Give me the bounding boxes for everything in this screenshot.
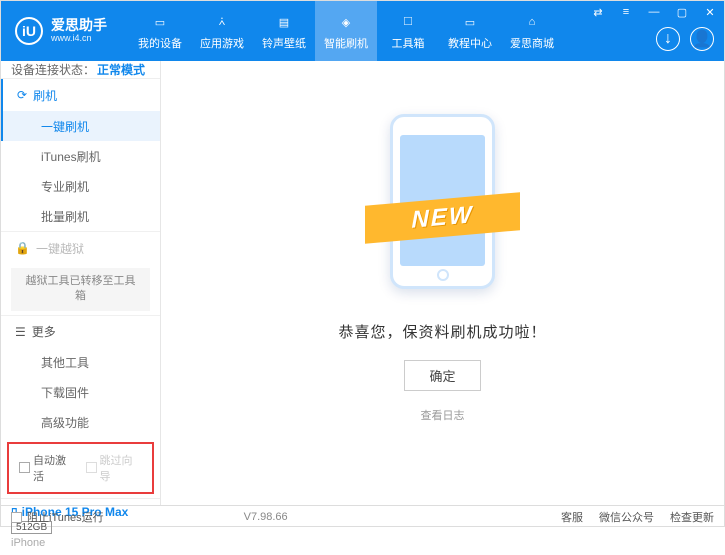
- image-icon: ▤: [273, 11, 295, 33]
- logo[interactable]: iU 爱思助手 www.i4.cn: [1, 17, 121, 45]
- switch-icon[interactable]: ⇄: [584, 1, 612, 23]
- version-label: V7.98.66: [244, 511, 288, 523]
- phone-icon: ▭: [149, 11, 171, 33]
- footer-wechat[interactable]: 微信公众号: [599, 509, 654, 525]
- connection-status: 设备连接状态： 正常模式: [1, 61, 160, 79]
- sidebar-flash-header[interactable]: ⟳ 刷机: [1, 79, 160, 111]
- nav-toolbox[interactable]: 🞎工具箱: [377, 1, 439, 61]
- sidebar-item-batch[interactable]: 批量刷机: [1, 201, 160, 231]
- jailbreak-note: 越狱工具已转移至工具箱: [11, 268, 150, 311]
- success-illustration: NEW: [343, 111, 543, 291]
- activation-options: 自动激活 跳过向导: [7, 442, 154, 494]
- skip-guide-checkbox[interactable]: 跳过向导: [86, 452, 143, 484]
- sidebar-more-header[interactable]: ☰ 更多: [1, 316, 160, 348]
- apps-icon: ⩑: [211, 11, 233, 33]
- view-log-link[interactable]: 查看日志: [421, 407, 465, 423]
- new-ribbon: NEW: [365, 192, 520, 244]
- app-url: www.i4.cn: [51, 34, 107, 44]
- menu-icon: ☰: [15, 325, 26, 339]
- top-nav: ▭我的设备 ⩑应用游戏 ▤铃声壁纸 ◈智能刷机 🞎工具箱 ▭教程中心 ⌂爱思商城: [129, 1, 563, 61]
- sidebar: 设备连接状态： 正常模式 ⟳ 刷机 一键刷机 iTunes刷机 专业刷机 批量刷…: [1, 61, 161, 505]
- minimize-icon[interactable]: —: [640, 1, 668, 23]
- sidebar-item-download-fw[interactable]: 下载固件: [1, 378, 160, 408]
- store-icon: ⌂: [521, 11, 543, 33]
- nav-tutorial[interactable]: ▭教程中心: [439, 1, 501, 61]
- maximize-icon[interactable]: ▢: [668, 1, 696, 23]
- nav-smart-flash[interactable]: ◈智能刷机: [315, 1, 377, 61]
- sidebar-item-other-tools[interactable]: 其他工具: [1, 348, 160, 378]
- nav-ringtone-wallpaper[interactable]: ▤铃声壁纸: [253, 1, 315, 61]
- flash-icon: ◈: [335, 11, 357, 33]
- logo-icon: iU: [15, 17, 43, 45]
- footer-check-update[interactable]: 检查更新: [670, 509, 714, 525]
- menu-icon[interactable]: ≡: [612, 1, 640, 23]
- block-itunes-checkbox[interactable]: 阻止iTunes运行: [11, 509, 104, 525]
- auto-activate-checkbox[interactable]: 自动激活: [19, 452, 76, 484]
- nav-store[interactable]: ⌂爱思商城: [501, 1, 563, 61]
- header: iU 爱思助手 www.i4.cn ▭我的设备 ⩑应用游戏 ▤铃声壁纸 ◈智能刷…: [1, 1, 724, 61]
- success-message: 恭喜您，保资料刷机成功啦！: [338, 321, 546, 342]
- lock-icon: 🔒: [15, 241, 30, 255]
- window-controls: ⇄ ≡ — ▢ ✕: [584, 1, 724, 23]
- device-info[interactable]: ▯iPhone 15 Pro Max 512GB iPhone: [1, 498, 160, 555]
- refresh-icon: ⟳: [17, 88, 27, 102]
- user-button[interactable]: 👤: [690, 27, 714, 51]
- footer-customer-service[interactable]: 客服: [561, 509, 583, 525]
- sidebar-item-itunes[interactable]: iTunes刷机: [1, 141, 160, 171]
- sidebar-item-oneclick[interactable]: 一键刷机: [1, 111, 160, 141]
- main-content: NEW 恭喜您，保资料刷机成功啦！ 确定 查看日志: [161, 61, 724, 505]
- ok-button[interactable]: 确定: [404, 360, 480, 391]
- book-icon: ▭: [459, 11, 481, 33]
- app-title: 爱思助手: [51, 18, 107, 33]
- sidebar-jailbreak-header: 🔒 一键越狱: [1, 232, 160, 264]
- toolbox-icon: 🞎: [397, 11, 419, 33]
- status-value: 正常模式: [97, 61, 145, 78]
- download-button[interactable]: ↓: [656, 27, 680, 51]
- sidebar-item-pro[interactable]: 专业刷机: [1, 171, 160, 201]
- sidebar-item-advanced[interactable]: 高级功能: [1, 408, 160, 438]
- close-icon[interactable]: ✕: [696, 1, 724, 23]
- device-type: iPhone: [11, 537, 150, 549]
- nav-apps-games[interactable]: ⩑应用游戏: [191, 1, 253, 61]
- nav-my-device[interactable]: ▭我的设备: [129, 1, 191, 61]
